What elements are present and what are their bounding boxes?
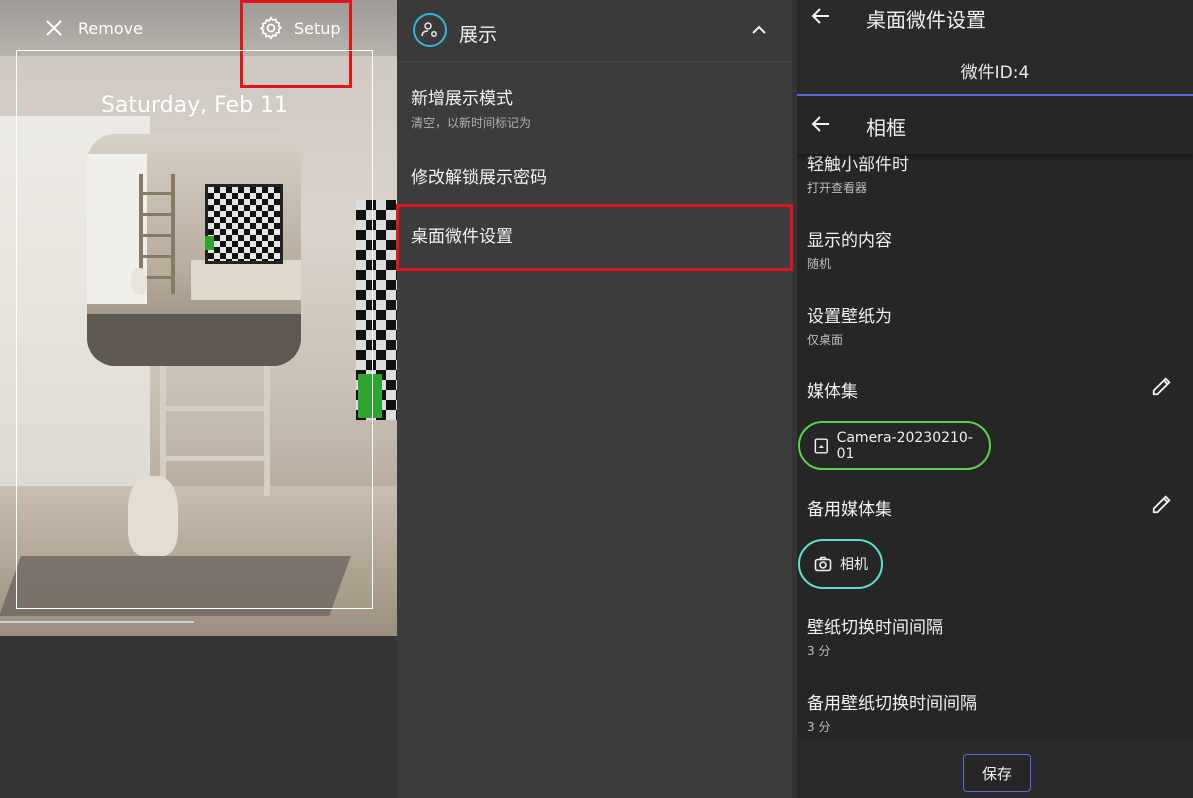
widget-id-label: 微件ID:4 (960, 63, 1030, 83)
save-button[interactable]: 保存 (963, 754, 1031, 792)
photo-cat (131, 268, 147, 294)
widget-settings-header: 桌面微件设置 微件ID:4 (797, 0, 1193, 96)
setting-title: 备用媒体集 (807, 500, 892, 520)
setting-value: 仅桌面 (807, 333, 844, 347)
setting-title: 媒体集 (807, 382, 858, 402)
setting-wallpaper-target[interactable]: 设置壁纸为 仅桌面 (807, 302, 1167, 348)
setting-value: 3 分 (807, 644, 831, 658)
chevron-up-icon[interactable] (749, 20, 769, 40)
screenshot-root: Remove Setup Saturday, Feb 11 展示 新增展示模式 … (0, 0, 1193, 798)
preview-scroll-indicator (0, 621, 194, 623)
widget-settings-panel: 桌面微件设置 微件ID:4 相框 轻触小部件时 打开查看器 显示的内容 随机 设… (797, 0, 1193, 798)
setting-title: 壁纸切换时间间隔 (807, 618, 943, 638)
backup-media-set-chip-label: 相机 (840, 557, 868, 573)
remove-button[interactable]: Remove (44, 14, 143, 42)
widget-photo[interactable] (87, 134, 301, 366)
menu-item-change-unlock-password[interactable]: 修改解锁展示密码 (397, 163, 792, 188)
setting-title: 备用壁纸切换时间间隔 (807, 694, 977, 714)
setting-title: 显示的内容 (807, 231, 892, 251)
setting-value: 随机 (807, 257, 832, 271)
photo-tv (205, 184, 283, 264)
setting-content[interactable]: 显示的内容 随机 (807, 226, 1167, 272)
backup-media-set-chip[interactable]: 相机 (798, 539, 883, 589)
settings-menu-panel: 展示 新增展示模式 清空，以新时间标记为 修改解锁展示密码 桌面微件设置 (397, 0, 792, 798)
album-icon (814, 437, 828, 454)
setting-backup-switch-interval[interactable]: 备用壁纸切换时间间隔 3 分 (807, 689, 1167, 735)
setting-tap-action[interactable]: 轻触小部件时 打开查看器 (807, 150, 1167, 196)
menu-item-title: 修改解锁展示密码 (411, 168, 547, 188)
edit-pencil-icon[interactable] (1151, 493, 1173, 515)
edit-pencil-icon[interactable] (1151, 375, 1173, 397)
display-section-title: 展示 (459, 24, 498, 46)
photo-frame-subheader: 相框 (797, 98, 1193, 154)
setting-value: 打开查看器 (807, 181, 868, 195)
date-label: Saturday, Feb 11 (100, 93, 289, 118)
photo-rug (87, 314, 301, 366)
display-settings-icon (413, 13, 447, 47)
remove-label: Remove (78, 18, 143, 38)
photo-console (191, 260, 301, 300)
close-icon (46, 20, 62, 36)
bottom-action-bar: 保存 (797, 738, 1193, 798)
back-arrow-icon[interactable] (809, 4, 833, 28)
back-arrow-icon[interactable] (809, 112, 833, 136)
setting-title: 设置壁纸为 (807, 307, 892, 327)
menu-item-add-display-mode[interactable]: 新增展示模式 清空，以新时间标记为 (397, 84, 792, 131)
widget-settings-highlight-box (396, 204, 793, 271)
menu-item-title: 新增展示模式 (411, 89, 513, 109)
setting-media-set: 媒体集 (807, 377, 1167, 402)
widget-preview-panel: Remove Setup Saturday, Feb 11 (0, 0, 397, 798)
media-set-chip[interactable]: Camera-20230210-01 (798, 421, 991, 470)
page-title: 桌面微件设置 (866, 8, 986, 32)
menu-item-subtitle: 清空，以新时间标记为 (411, 116, 532, 130)
subheader-title: 相框 (866, 116, 906, 140)
display-section-header[interactable]: 展示 (397, 0, 792, 62)
photo-tv-green-patch (205, 236, 214, 250)
setting-backup-media-set: 备用媒体集 (807, 495, 1167, 520)
media-set-chip-label: Camera-20230210-01 (836, 429, 973, 462)
setting-switch-interval[interactable]: 壁纸切换时间间隔 3 分 (807, 613, 1167, 659)
camera-icon (814, 556, 832, 572)
setting-value: 3 分 (807, 720, 831, 734)
